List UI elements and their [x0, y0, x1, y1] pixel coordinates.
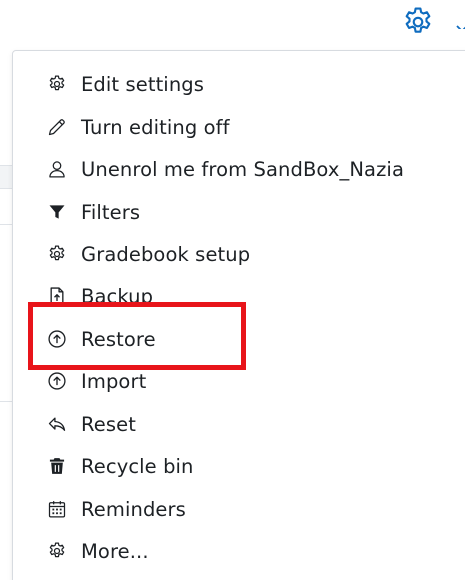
menu-item-more[interactable]: More... — [13, 531, 465, 571]
background-row — [0, 166, 12, 188]
menu-item-import[interactable]: Import — [13, 361, 465, 401]
menu-item-label: Import — [81, 369, 147, 393]
menu-item-label: Unenrol me from SandBox_Nazia — [81, 157, 404, 181]
menu-item-label: Edit settings — [81, 72, 205, 96]
menu-item-label: Reset — [81, 412, 136, 436]
gear-icon — [401, 5, 435, 43]
reply-icon — [46, 413, 68, 435]
background-divider — [0, 188, 12, 189]
menu-item-label: Filters — [81, 200, 141, 224]
menu-item-reset[interactable]: Reset — [13, 404, 465, 444]
trash-icon — [46, 455, 68, 477]
menu-item-label: Restore — [81, 327, 156, 351]
filter-icon — [46, 201, 68, 223]
chevron-down-icon[interactable] — [456, 20, 465, 29]
file-upload-icon — [46, 285, 68, 307]
background-divider — [0, 401, 12, 402]
actions-dropdown-menu: Edit settings Turn editing off Unenrol m… — [12, 50, 465, 580]
menu-item-label: Gradebook setup — [81, 242, 251, 266]
menu-item-unenrol[interactable]: Unenrol me from SandBox_Nazia — [13, 149, 465, 189]
menu-item-backup[interactable]: Backup — [13, 276, 465, 316]
circle-arrow-up-icon — [46, 370, 68, 392]
circle-arrow-up-icon — [46, 328, 68, 350]
menu-item-gradebook-setup[interactable]: Gradebook setup — [13, 234, 465, 274]
actions-menu-trigger[interactable] — [398, 6, 438, 42]
gear-icon — [46, 73, 68, 95]
gear-icon — [46, 243, 68, 265]
menu-item-filters[interactable]: Filters — [13, 192, 465, 232]
menu-item-label: Turn editing off — [81, 115, 230, 139]
menu-item-label: Recycle bin — [81, 454, 194, 478]
menu-item-label: Backup — [81, 284, 154, 308]
menu-item-recycle-bin[interactable]: Recycle bin — [13, 446, 465, 486]
screenshot-stage: Edit settings Turn editing off Unenrol m… — [0, 0, 465, 580]
menu-item-turn-editing-off[interactable]: Turn editing off — [13, 107, 465, 147]
user-icon — [46, 158, 68, 180]
menu-item-restore[interactable]: Restore — [13, 319, 465, 359]
calendar-icon — [46, 498, 68, 520]
gear-icon — [46, 540, 68, 562]
menu-item-label: More... — [81, 539, 149, 563]
menu-item-edit-settings[interactable]: Edit settings — [13, 64, 465, 104]
background-divider — [0, 224, 12, 225]
menu-item-label: Reminders — [81, 497, 186, 521]
menu-item-reminders[interactable]: Reminders — [13, 489, 465, 529]
pencil-icon — [46, 116, 68, 138]
